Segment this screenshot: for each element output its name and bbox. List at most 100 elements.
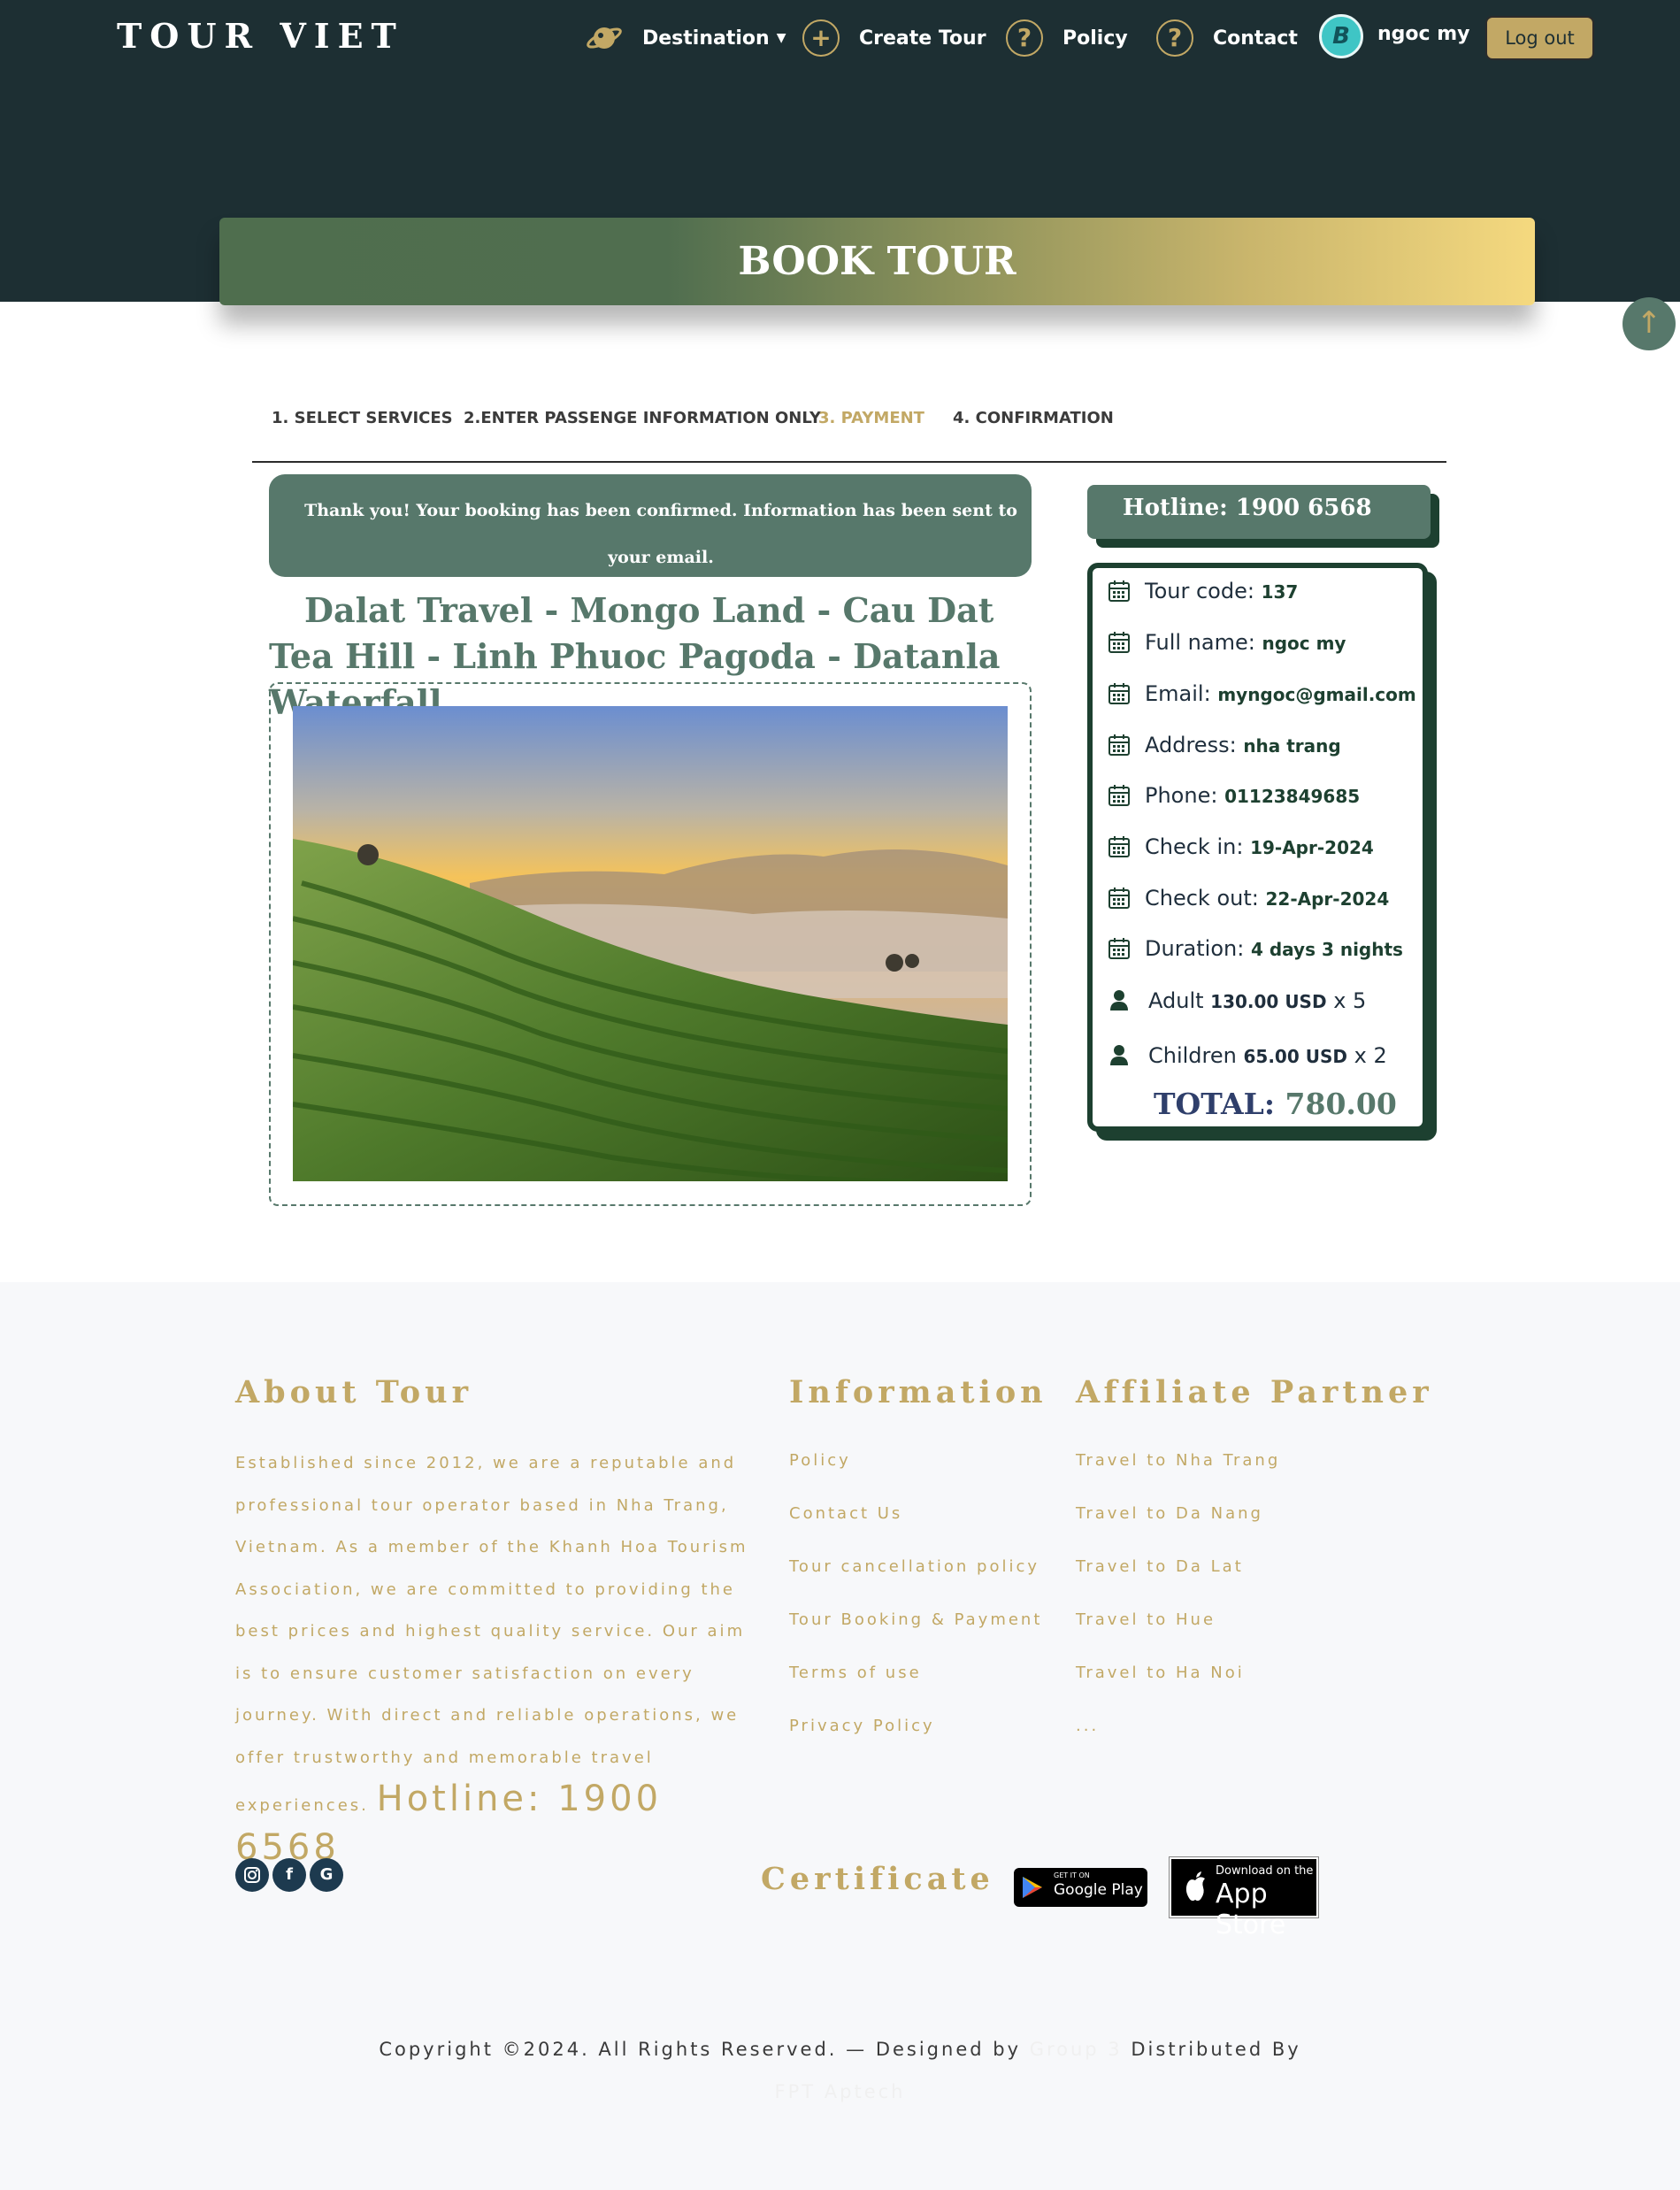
address-value: nha trang	[1243, 735, 1341, 757]
adult-price: 130.00 USD	[1210, 991, 1327, 1012]
footer-link-cancellation[interactable]: Tour cancellation policy	[789, 1557, 1039, 1576]
user-avatar[interactable]: B	[1319, 14, 1363, 58]
calendar-icon	[1108, 887, 1131, 910]
check-out-label: Check out:	[1145, 886, 1259, 911]
email-value: myngoc@gmail.com	[1217, 684, 1416, 705]
duration-label: Duration:	[1145, 936, 1245, 961]
step-payment[interactable]: 3. PAYMENT	[818, 409, 924, 427]
partner-link-hue[interactable]: Travel to Hue	[1076, 1610, 1216, 1629]
phone-value: 01123849685	[1224, 786, 1361, 807]
footer-link-privacy[interactable]: Privacy Policy	[789, 1717, 935, 1735]
about-description: Established since 2012, we are a reputab…	[235, 1454, 748, 1815]
logout-button[interactable]: Log out	[1485, 16, 1594, 60]
full-name-value: ngoc my	[1262, 633, 1346, 654]
tour-photo	[293, 706, 1008, 1181]
check-out-value: 22-Apr-2024	[1265, 888, 1390, 910]
google-icon[interactable]: G	[310, 1858, 343, 1892]
google-play-small-text: GET IT ON	[1054, 1871, 1090, 1879]
instagram-icon[interactable]	[235, 1858, 269, 1892]
calendar-icon	[1108, 734, 1131, 757]
duration-value: 4 days 3 nights	[1250, 939, 1403, 960]
footer-hotline[interactable]: Hotline: 1900 6568	[235, 1779, 662, 1868]
footer-info-title: Information	[789, 1374, 1047, 1410]
check-in-label: Check in:	[1145, 834, 1244, 859]
step-select-services[interactable]: 1. SELECT SERVICES	[272, 409, 453, 427]
total-value: 780.00	[1285, 1087, 1397, 1121]
footer-link-booking-payment[interactable]: Tour Booking & Payment	[789, 1610, 1042, 1629]
check-in-value: 19-Apr-2024	[1250, 837, 1374, 858]
adult-label: Adult	[1148, 988, 1204, 1013]
nav-contact-label: Contact	[1213, 27, 1298, 50]
distributor-link[interactable]: FPT Aptech	[775, 2081, 906, 2102]
site-logo[interactable]: TOUR VIET	[117, 16, 404, 56]
full-name-label: Full name:	[1145, 630, 1255, 655]
nav-destination[interactable]: Destination ▼	[586, 16, 786, 60]
footer-link-terms[interactable]: Terms of use	[789, 1664, 922, 1682]
user-icon	[1108, 1043, 1131, 1066]
children-label: Children	[1148, 1043, 1237, 1068]
arrow-up-icon: ↑	[1636, 305, 1662, 341]
row-full-name: Full name: ngoc my	[1108, 630, 1346, 655]
nav-policy[interactable]: ? Policy	[1006, 16, 1128, 60]
footer-about-title: About Tour	[235, 1374, 473, 1410]
nav-contact[interactable]: ? Contact	[1156, 16, 1298, 60]
distributed-text: Distributed By	[1131, 2039, 1301, 2060]
step-confirmation[interactable]: 4. CONFIRMATION	[953, 409, 1114, 427]
caret-down-icon: ▼	[776, 31, 786, 45]
nav-create-tour-label: Create Tour	[859, 27, 986, 50]
nav-destination-label: Destination	[642, 27, 770, 50]
partner-link-nha-trang[interactable]: Travel to Nha Trang	[1076, 1451, 1280, 1470]
row-children: Children 65.00 USD x 2	[1108, 1043, 1387, 1068]
tour-code-label: Tour code:	[1145, 579, 1254, 603]
row-address: Address: nha trang	[1108, 733, 1341, 757]
partner-link-da-nang[interactable]: Travel to Da Nang	[1076, 1504, 1263, 1523]
calendar-icon	[1108, 631, 1131, 654]
phone-label: Phone:	[1145, 783, 1218, 808]
copyright-text: Copyright ©2024. All Rights Reserved. — …	[379, 2039, 1022, 2060]
app-store-small-text: Download on the	[1216, 1864, 1314, 1878]
calendar-icon	[1108, 835, 1131, 858]
footer-link-contact[interactable]: Contact Us	[789, 1504, 902, 1523]
adult-quantity: x 5	[1333, 988, 1367, 1013]
hotline-box: Hotline: 1900 6568	[1087, 485, 1431, 539]
nav-policy-label: Policy	[1062, 27, 1128, 50]
google-play-text: Google Play	[1054, 1881, 1143, 1899]
question-circle-icon: ?	[1156, 19, 1193, 57]
scroll-to-top-button[interactable]: ↑	[1622, 297, 1676, 350]
partner-link-ha-noi[interactable]: Travel to Ha Noi	[1076, 1664, 1245, 1682]
designer-link[interactable]: Group 3	[1030, 2039, 1123, 2060]
user-name[interactable]: ngoc my	[1377, 23, 1470, 45]
nav-create-tour[interactable]: + Create Tour	[802, 16, 986, 60]
children-price: 65.00 USD	[1243, 1046, 1347, 1067]
calendar-icon	[1108, 937, 1131, 960]
row-check-out: Check out: 22-Apr-2024	[1108, 886, 1389, 911]
total-label: TOTAL:	[1154, 1087, 1276, 1121]
plus-circle-icon: +	[802, 19, 840, 57]
planet-icon	[586, 19, 623, 57]
step-passenger-info[interactable]: 2.ENTER PASSENGE INFORMATION ONLY	[464, 409, 821, 427]
steps-divider	[252, 461, 1446, 463]
row-adult: Adult 130.00 USD x 5	[1108, 988, 1366, 1013]
calendar-icon	[1108, 784, 1131, 807]
row-email: Email: myngoc@gmail.com	[1108, 681, 1416, 706]
page-title: BOOK TOUR	[219, 218, 1535, 305]
copyright: Copyright ©2024. All Rights Reserved. — …	[0, 2028, 1680, 2113]
footer-partner-title: Affiliate Partner	[1076, 1374, 1433, 1410]
apple-icon	[1185, 1871, 1205, 1902]
facebook-icon[interactable]: f	[272, 1858, 306, 1892]
row-duration: Duration: 4 days 3 nights	[1108, 936, 1403, 961]
footer-link-policy[interactable]: Policy	[789, 1451, 851, 1470]
row-tour-code: Tour code: 137	[1108, 579, 1298, 603]
question-circle-icon: ?	[1006, 19, 1043, 57]
children-quantity: x 2	[1354, 1043, 1387, 1068]
tour-code-value: 137	[1261, 581, 1299, 603]
google-play-badge[interactable]: GET IT ON Google Play	[1014, 1868, 1147, 1907]
app-store-badge[interactable]: Download on the App Store	[1169, 1856, 1319, 1940]
partner-link-more[interactable]: ...	[1076, 1717, 1099, 1735]
partner-link-da-lat[interactable]: Travel to Da Lat	[1076, 1557, 1244, 1576]
row-phone: Phone: 01123849685	[1108, 783, 1360, 808]
email-label: Email:	[1145, 681, 1211, 706]
footer-about-text: Established since 2012, we are a reputab…	[235, 1442, 748, 1875]
calendar-icon	[1108, 682, 1131, 705]
user-icon	[1108, 988, 1131, 1011]
